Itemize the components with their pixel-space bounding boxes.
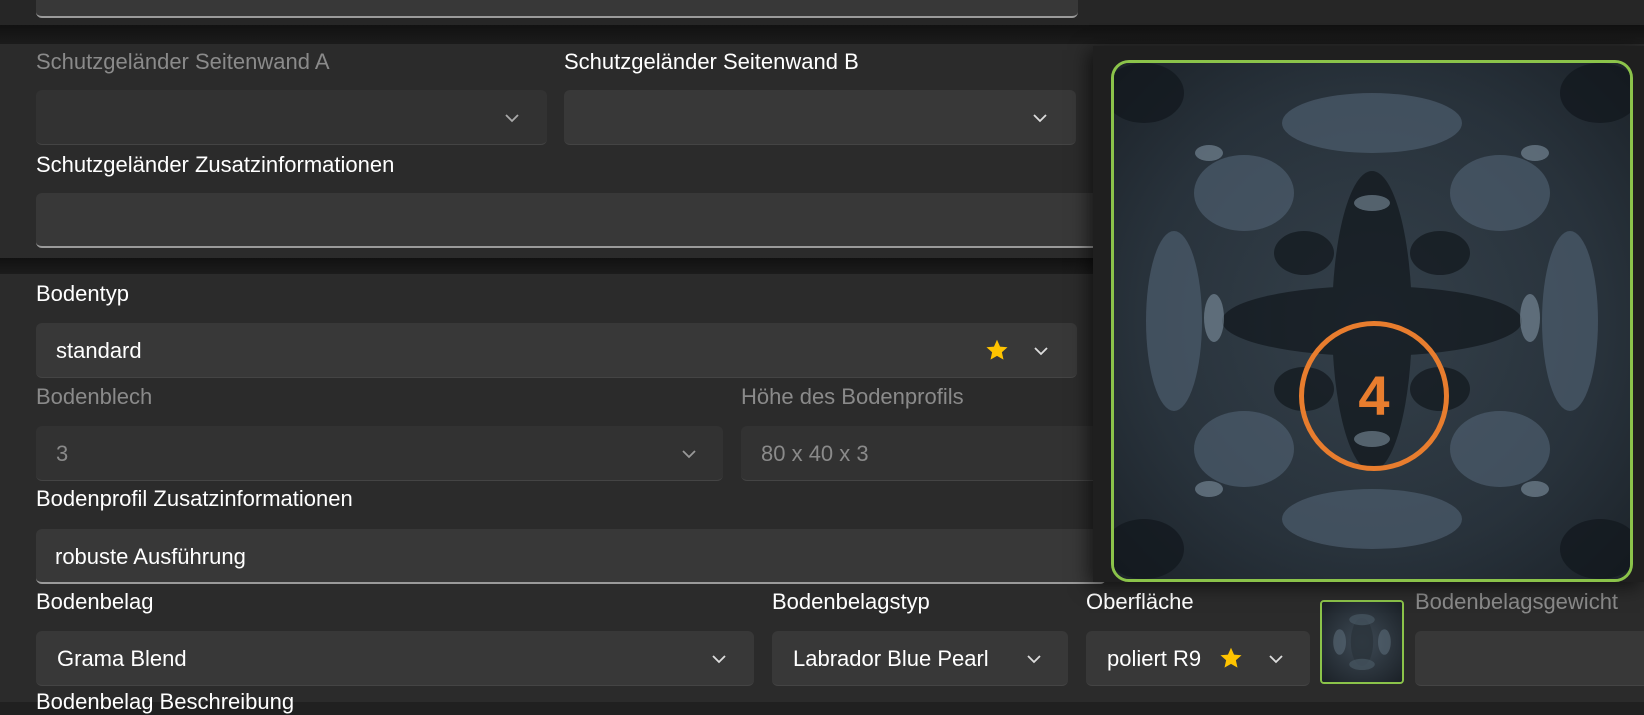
profile-extra-value: robuste Ausführung bbox=[55, 544, 246, 569]
surface-label: Oberfläche bbox=[1086, 589, 1194, 614]
star-icon bbox=[1218, 645, 1244, 671]
covering-description-label: Bodenbelag Beschreibung bbox=[36, 689, 295, 714]
chevron-down-icon[interactable] bbox=[1266, 649, 1286, 669]
surface-value: poliert R9 bbox=[1107, 646, 1202, 671]
chevron-down-icon[interactable] bbox=[502, 108, 522, 128]
granite-texture-image bbox=[1322, 602, 1402, 682]
texture-thumbnail[interactable] bbox=[1320, 600, 1404, 684]
profile-height-label: Höhe des Bodenprofils bbox=[741, 384, 964, 409]
floor-sheet-label: Bodenblech bbox=[36, 384, 153, 409]
guardrail-extra-label: Schutzgeländer Zusatzinformationen bbox=[36, 152, 395, 177]
covering-label: Bodenbelag bbox=[36, 589, 154, 614]
guardrail-extra-input[interactable] bbox=[36, 193, 1106, 248]
covering-value: Grama Blend bbox=[57, 646, 187, 671]
floor-type-label: Bodentyp bbox=[36, 281, 129, 306]
covering-type-select[interactable]: Labrador Blue Pearl bbox=[772, 631, 1068, 686]
star-icon bbox=[984, 337, 1010, 363]
floor-type-select[interactable]: standard bbox=[36, 323, 1077, 378]
guardrail-side-b-label: Schutzgeländer Seitenwand B bbox=[564, 49, 859, 74]
floor-type-value: standard bbox=[56, 338, 142, 363]
chevron-down-icon[interactable] bbox=[709, 649, 729, 669]
texture-preview-frame: 4 bbox=[1111, 60, 1633, 582]
profile-extra-label: Bodenprofil Zusatzinformationen bbox=[36, 486, 353, 511]
floor-sheet-select[interactable]: 3 bbox=[36, 426, 723, 481]
chevron-down-icon[interactable] bbox=[679, 444, 699, 464]
chevron-down-icon[interactable] bbox=[1030, 108, 1050, 128]
chevron-down-icon[interactable] bbox=[1024, 649, 1044, 669]
texture-preview-popup: 4 bbox=[1093, 46, 1644, 582]
covering-weight-label: Bodenbelagsgewicht bbox=[1415, 589, 1619, 614]
surface-select[interactable]: poliert R9 bbox=[1086, 631, 1310, 686]
covering-type-label: Bodenbelagstyp bbox=[772, 589, 930, 614]
profile-height-select[interactable]: 80 x 40 x 3 bbox=[741, 426, 1101, 481]
guardrail-side-b-select[interactable] bbox=[564, 90, 1076, 145]
covering-type-value: Labrador Blue Pearl bbox=[793, 646, 989, 671]
profile-extra-input[interactable]: robuste Ausführung bbox=[36, 529, 1106, 584]
guardrail-side-a-select[interactable] bbox=[36, 90, 547, 145]
badge-number: 4 bbox=[1358, 364, 1390, 427]
covering-select[interactable]: Grama Blend bbox=[36, 631, 754, 686]
floor-sheet-value: 3 bbox=[56, 441, 69, 466]
guardrail-side-a-label: Schutzgeländer Seitenwand A bbox=[36, 49, 330, 74]
covering-weight-input[interactable] bbox=[1415, 631, 1644, 686]
chevron-down-icon[interactable] bbox=[1031, 341, 1051, 361]
top-input[interactable] bbox=[36, 0, 1078, 18]
selection-number-badge: 4 bbox=[1299, 321, 1449, 471]
divider bbox=[0, 25, 1644, 45]
profile-height-value: 80 x 40 x 3 bbox=[761, 441, 869, 466]
